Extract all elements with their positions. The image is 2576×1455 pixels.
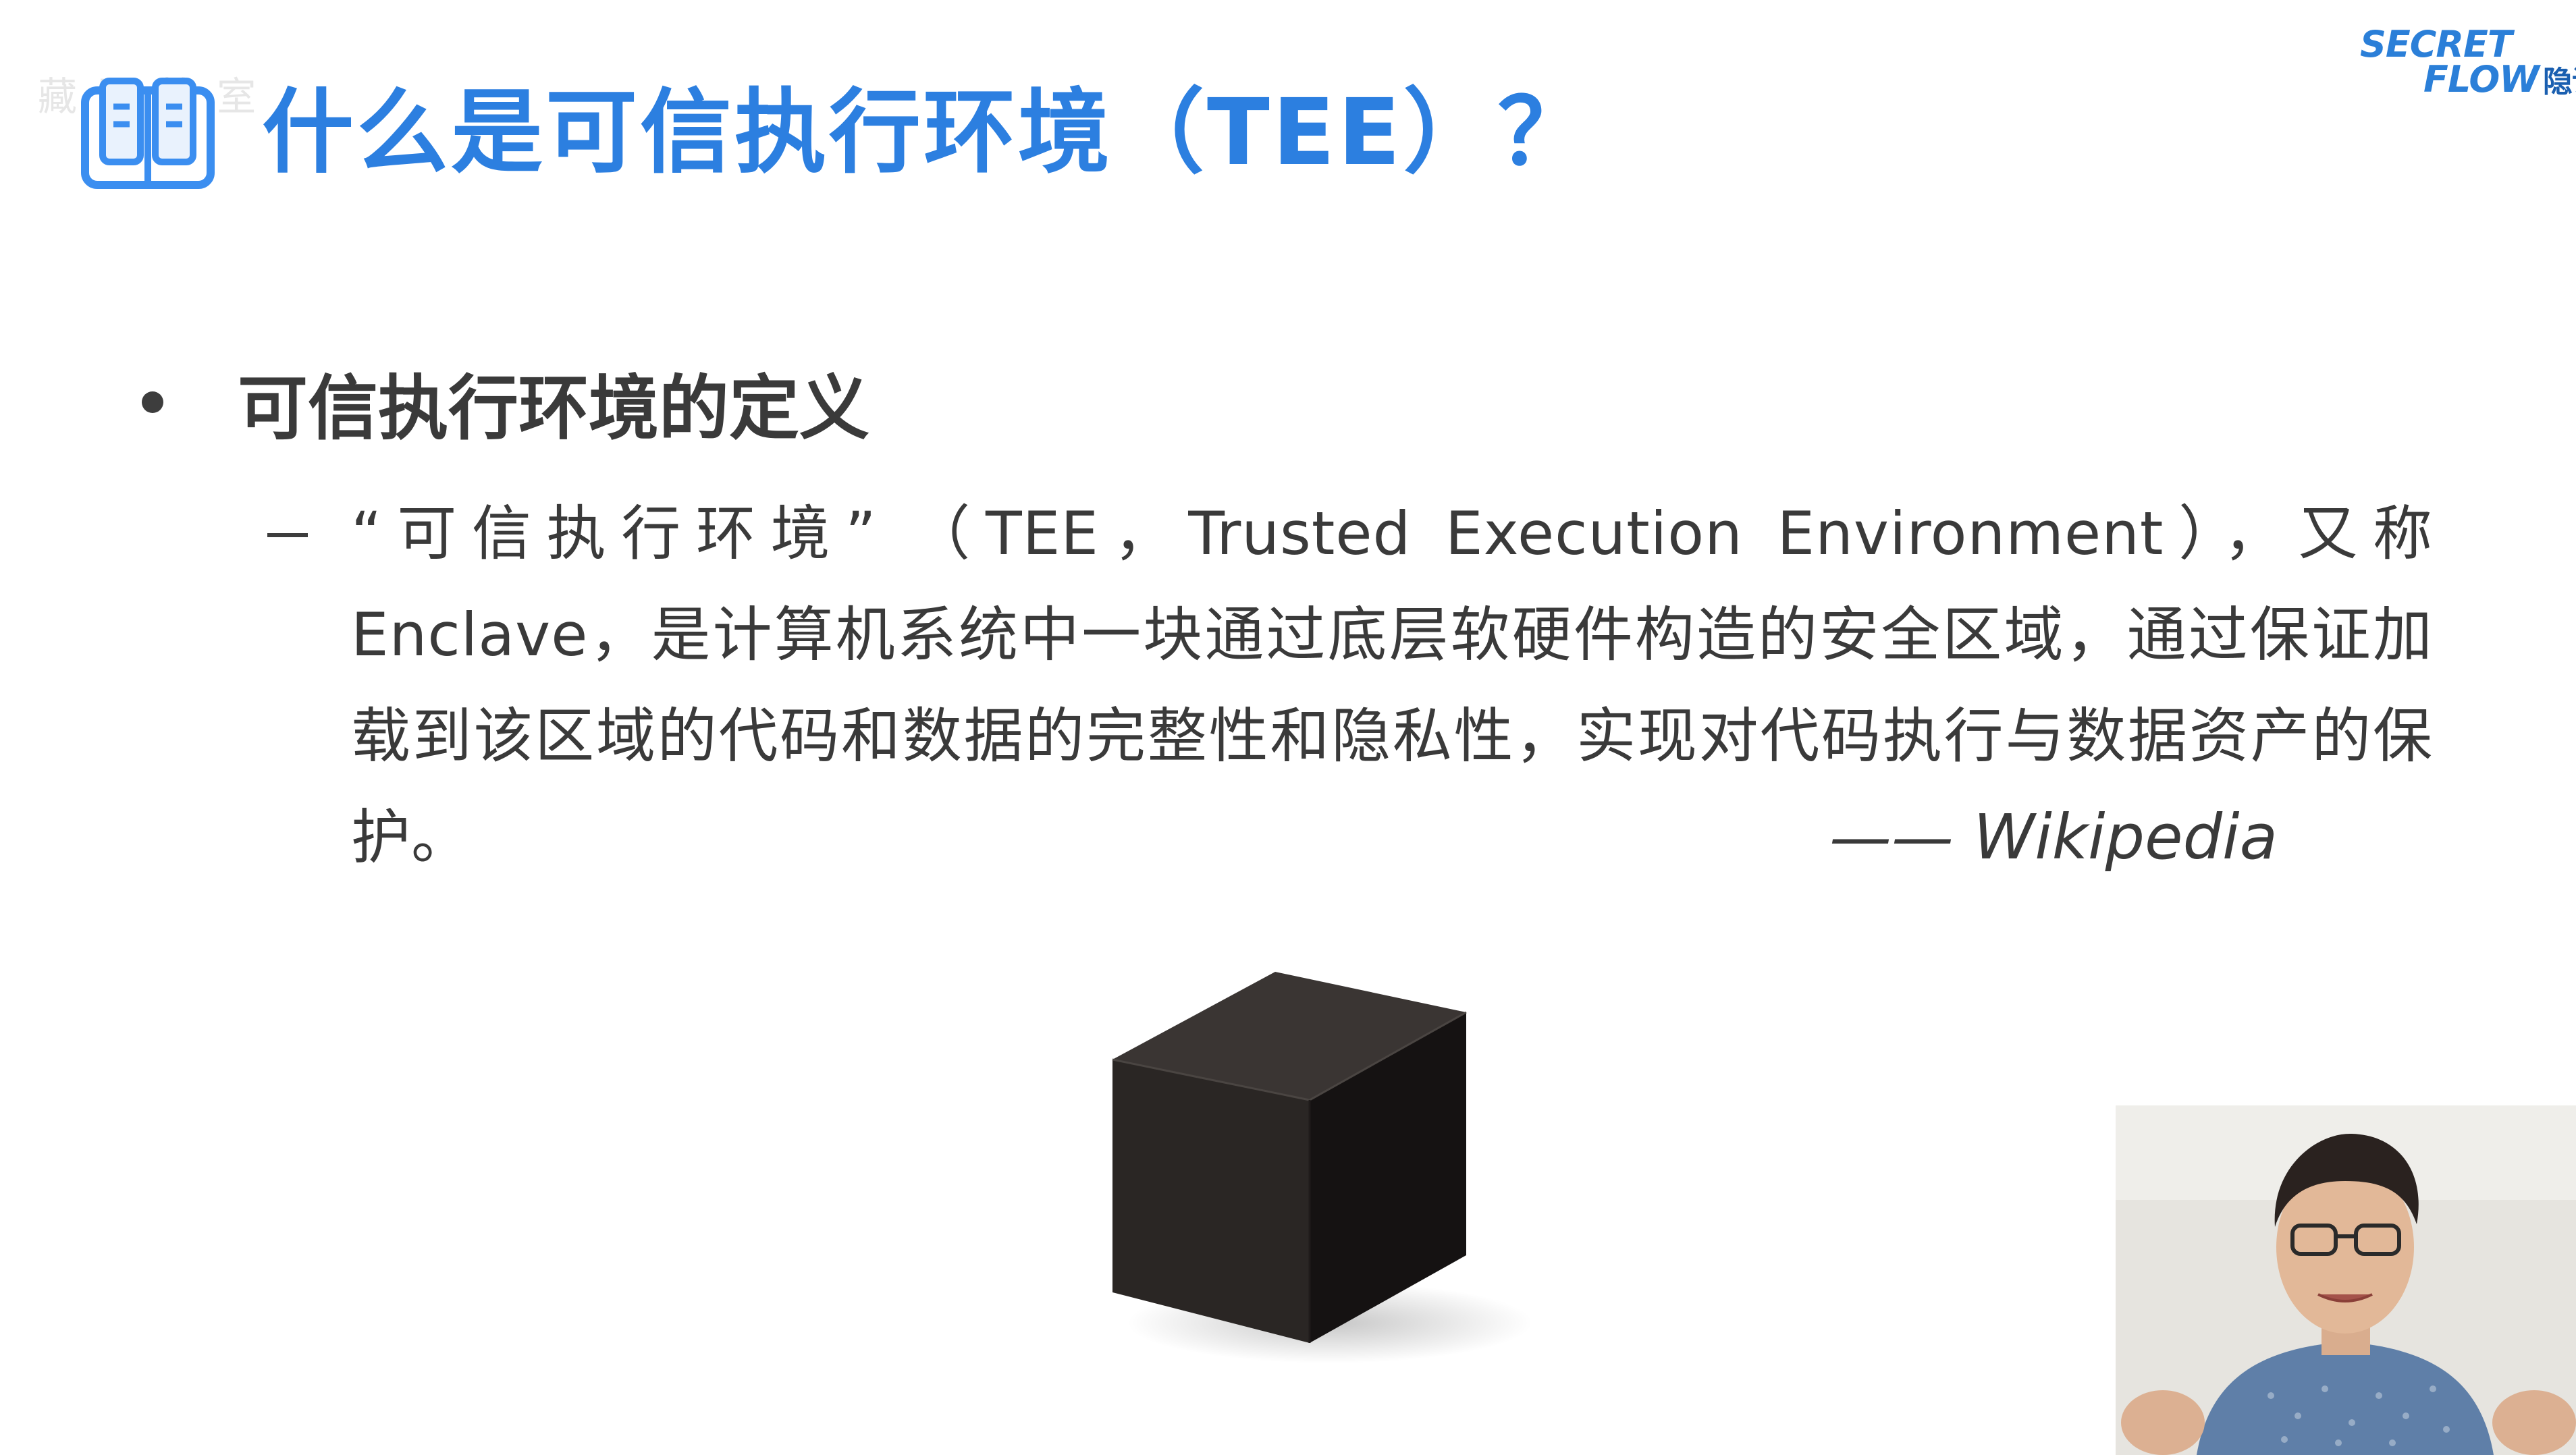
section-heading: 可信执行环境的定义	[238, 367, 870, 449]
presenter-image	[2116, 1105, 2576, 1455]
slide: 藏 图 教 室 什么是可信执行环境（TEE）？ SECRET FLOW隐语 可信…	[0, 0, 2576, 1455]
attribution-text: —— Wikipedia	[1829, 801, 2278, 873]
black-cube-icon	[1112, 972, 1532, 1363]
slide-title: 什么是可信执行环境（TEE）？	[262, 80, 1592, 186]
open-book-icon	[81, 78, 215, 189]
secretflow-logo: SECRET FLOW隐语	[2349, 24, 2576, 100]
bullet-dot	[142, 391, 163, 413]
logo-text-flow-word: FLOW	[2423, 58, 2540, 101]
logo-text-cn: 隐语	[2542, 65, 2576, 99]
logo-text-flow: FLOW隐语	[2423, 59, 2576, 100]
sub-bullet-dash	[267, 533, 308, 537]
presenter-video-feed	[2116, 1105, 2576, 1455]
